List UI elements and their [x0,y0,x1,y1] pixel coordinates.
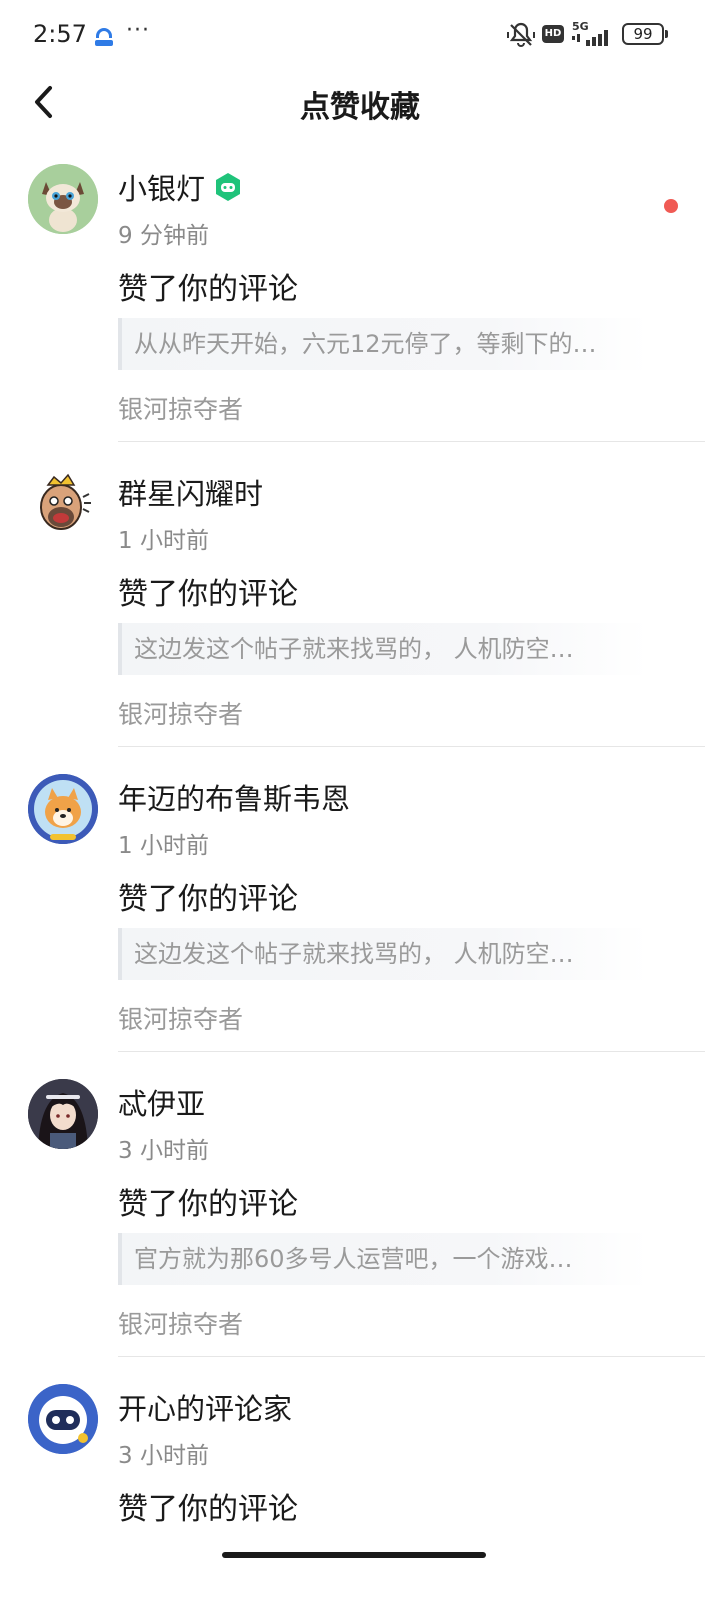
user-name[interactable]: 忒伊亚 [118,1081,205,1123]
user-name[interactable]: 年迈的布鲁斯韦恩 [118,776,350,818]
avatar[interactable] [28,1384,98,1454]
page-title: 点赞收藏 [300,90,420,125]
action-text: 赞了你的评论 [118,1492,298,1527]
user-name[interactable]: 群星闪耀时 [118,471,263,513]
user-row: 群星闪耀时 [118,471,263,513]
user-name[interactable]: 开心的评论家 [118,1386,292,1428]
user-row: 小银灯 [118,166,243,208]
user-row: 忒伊亚 [118,1081,205,1123]
list-item[interactable]: 小银灯 9 分钟前 赞了你的评论 从从昨天开始，六元12元停了，等剩下的… 银河… [0,140,720,445]
source-forum[interactable]: 银河掠夺者 [118,1305,243,1341]
action-text: 赞了你的评论 [118,577,298,612]
unread-dot [664,199,678,213]
divider [118,1356,705,1357]
timestamp: 1 小时前 [118,528,209,554]
action-text: 赞了你的评论 [118,1187,298,1222]
action-text: 赞了你的评论 [118,882,298,917]
source-forum[interactable]: 银河掠夺者 [118,1000,243,1036]
list-item[interactable]: 忒伊亚 3 小时前 赞了你的评论 官方就为那60多号人运营吧，一个游戏… 银河掠… [0,1055,720,1360]
cartoon-man-avatar-icon [28,469,98,539]
game-badge-icon [216,173,241,201]
user-row: 年迈的布鲁斯韦恩 [118,776,350,818]
quoted-comment[interactable]: 这边发这个帖子就来找骂的， 人机防空… [118,928,648,980]
quoted-comment[interactable]: 官方就为那60多号人运营吧，一个游戏… [118,1233,648,1285]
robot-avatar-icon [28,1384,98,1454]
action-text: 赞了你的评论 [118,272,298,307]
list-item[interactable]: 开心的评论家 3 小时前 赞了你的评论 [0,1360,720,1600]
quoted-comment[interactable]: 从从昨天开始，六元12元停了，等剩下的… [118,318,648,370]
user-name[interactable]: 小银灯 [118,166,205,208]
status-time: 2:57 [33,20,87,48]
divider [118,441,705,442]
status-more-dots: ··· [126,18,150,43]
list-item[interactable]: 群星闪耀时 1 小时前 赞了你的评论 这边发这个帖子就来找骂的， 人机防空… 银… [0,445,720,750]
user-row: 开心的评论家 [118,1386,292,1428]
source-forum[interactable]: 银河掠夺者 [118,695,243,731]
source-forum[interactable]: 银河掠夺者 [118,390,243,426]
avatar[interactable] [28,774,98,844]
divider [118,746,705,747]
cat-avatar-icon [28,164,98,234]
timestamp: 3 小时前 [118,1138,209,1164]
timestamp: 1 小时前 [118,833,209,859]
hd-icon: HD [542,25,564,43]
notification-list: 小银灯 9 分钟前 赞了你的评论 从从昨天开始，六元12元停了，等剩下的… 银河… [0,140,720,1600]
header: 点赞收藏 [0,70,720,134]
divider [118,1051,705,1052]
timestamp: 9 分钟前 [118,223,209,249]
app-notification-icon [95,28,113,46]
timestamp: 3 小时前 [118,1443,209,1469]
quoted-comment[interactable]: 这边发这个帖子就来找骂的， 人机防空… [118,623,648,675]
avatar[interactable] [28,469,98,539]
dog-astronaut-avatar-icon [28,774,98,844]
home-indicator[interactable] [222,1552,486,1558]
mute-vibrate-icon [507,22,535,47]
anime-girl-avatar-icon [28,1079,98,1149]
battery-icon: 99 [622,23,668,45]
avatar[interactable] [28,1079,98,1149]
status-bar: 2:57 ··· HD 5G 99 [0,0,720,70]
list-item[interactable]: 年迈的布鲁斯韦恩 1 小时前 赞了你的评论 这边发这个帖子就来找骂的， 人机防空… [0,750,720,1055]
avatar[interactable] [28,164,98,234]
signal-icon [572,30,608,46]
